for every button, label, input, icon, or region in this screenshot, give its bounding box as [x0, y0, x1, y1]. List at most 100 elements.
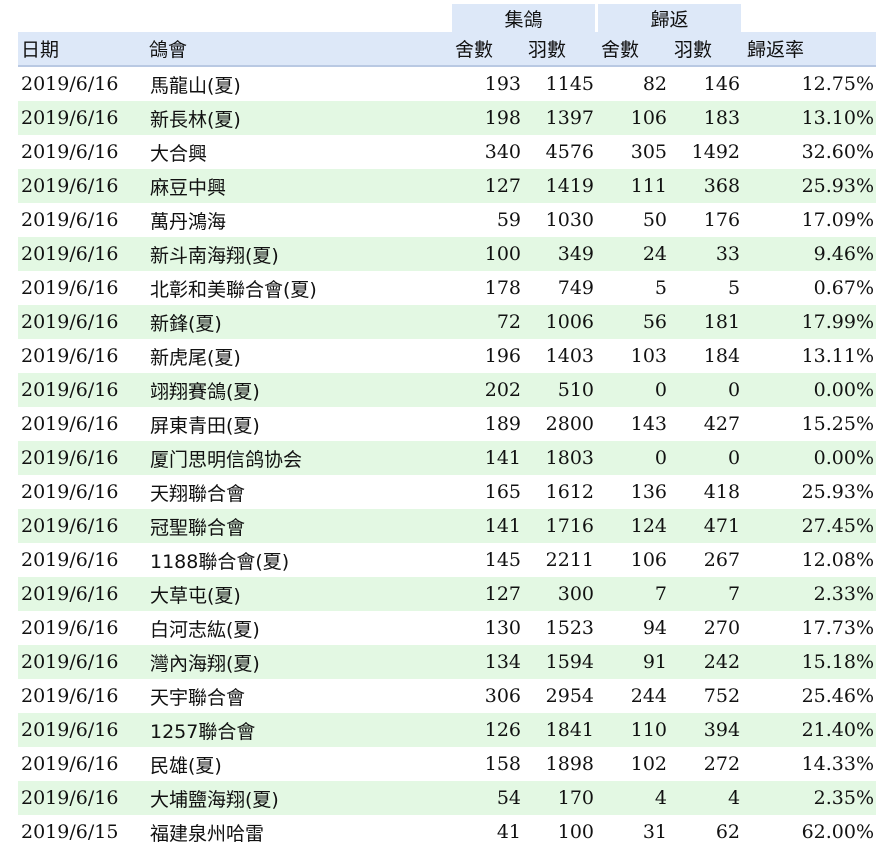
cell-date: 2019/6/16	[18, 577, 146, 611]
cell-return-lofts: 111	[598, 169, 672, 203]
cell-club: 萬丹鴻海	[146, 203, 452, 237]
table-row[interactable]: 2019/6/16 北彰和美聯合會(夏) 178 749 5 5 0.67%	[18, 271, 876, 305]
table-row[interactable]: 2019/6/16 天翔聯合會 165 1612 136 418 25.93%	[18, 475, 876, 509]
table-row[interactable]: 2019/6/16 冠聖聯合會 141 1716 124 471 27.45%	[18, 509, 876, 543]
table-row[interactable]: 2019/6/16 大埔鹽海翔(夏) 54 170 4 4 2.35%	[18, 781, 876, 815]
cell-return-birds: 184	[671, 339, 745, 373]
cell-return-rate: 9.46%	[744, 237, 876, 271]
cell-return-birds: 183	[671, 101, 745, 135]
cell-return-lofts: 0	[598, 373, 672, 407]
column-header-release-birds[interactable]: 羽數	[525, 32, 599, 67]
table-row[interactable]: 2019/6/16 翊翔賽鴿(夏) 202 510 0 0 0.00%	[18, 373, 876, 407]
table-row[interactable]: 2019/6/16 萬丹鴻海 59 1030 50 176 17.09%	[18, 203, 876, 237]
cell-release-lofts: 178	[452, 271, 525, 305]
cell-return-rate: 14.33%	[744, 747, 876, 781]
cell-return-lofts: 305	[598, 135, 672, 169]
cell-release-birds: 2800	[525, 407, 599, 441]
table-row[interactable]: 2019/6/16 民雄(夏) 158 1898 102 272 14.33%	[18, 747, 876, 781]
cell-return-lofts: 7	[598, 577, 672, 611]
cell-date: 2019/6/16	[18, 135, 146, 169]
cell-club: 新斗南海翔(夏)	[146, 237, 452, 271]
cell-release-birds: 2211	[525, 543, 599, 577]
cell-return-rate: 21.40%	[744, 713, 876, 747]
column-header-return-rate[interactable]: 歸返率	[744, 32, 876, 67]
cell-date: 2019/6/15	[18, 815, 146, 849]
table-row[interactable]: 2019/6/16 1188聯合會(夏) 145 2211 106 267 12.08%	[18, 543, 876, 577]
column-header-return-birds[interactable]: 羽數	[671, 32, 745, 67]
group-header-blank-rate	[744, 4, 876, 32]
column-header-return-lofts[interactable]: 舍數	[598, 32, 672, 67]
table-row[interactable]: 2019/6/16 灣內海翔(夏) 134 1594 91 242 15.18%	[18, 645, 876, 679]
cell-return-rate: 0.00%	[744, 441, 876, 475]
cell-return-rate: 2.35%	[744, 781, 876, 815]
cell-return-birds: 62	[671, 815, 745, 849]
table-row[interactable]: 2019/6/16 大草屯(夏) 127 300 7 7 2.33%	[18, 577, 876, 611]
cell-club: 灣內海翔(夏)	[146, 645, 452, 679]
cell-return-birds: 33	[671, 237, 745, 271]
cell-date: 2019/6/16	[18, 747, 146, 781]
table-row[interactable]: 2019/6/16 屏東青田(夏) 189 2800 143 427 15.25%	[18, 407, 876, 441]
table-row[interactable]: 2019/6/16 白河志紘(夏) 130 1523 94 270 17.73%	[18, 611, 876, 645]
cell-release-lofts: 145	[452, 543, 525, 577]
table-row[interactable]: 2019/6/16 新長林(夏) 198 1397 106 183 13.10%	[18, 101, 876, 135]
column-header-release-lofts[interactable]: 舍數	[452, 32, 525, 67]
cell-return-lofts: 56	[598, 305, 672, 339]
table-row[interactable]: 2019/6/16 1257聯合會 126 1841 110 394 21.40%	[18, 713, 876, 747]
cell-club: 翊翔賽鴿(夏)	[146, 373, 452, 407]
cell-return-birds: 267	[671, 543, 745, 577]
cell-club: 大草屯(夏)	[146, 577, 452, 611]
cell-date: 2019/6/16	[18, 305, 146, 339]
cell-release-birds: 1030	[525, 203, 599, 237]
cell-release-birds: 100	[525, 815, 599, 849]
cell-return-birds: 752	[671, 679, 745, 713]
cell-date: 2019/6/16	[18, 781, 146, 815]
cell-return-birds: 1492	[671, 135, 745, 169]
cell-release-birds: 1594	[525, 645, 599, 679]
cell-return-rate: 0.67%	[744, 271, 876, 305]
cell-date: 2019/6/16	[18, 373, 146, 407]
cell-date: 2019/6/16	[18, 509, 146, 543]
cell-return-rate: 13.11%	[744, 339, 876, 373]
column-group-header-row: 集鴿 歸返	[18, 4, 876, 32]
cell-club: 福建泉州哈雷	[146, 815, 452, 849]
column-header-date[interactable]: 日期	[18, 32, 146, 67]
cell-release-birds: 4576	[525, 135, 599, 169]
cell-release-lofts: 141	[452, 441, 525, 475]
table-row[interactable]: 2019/6/15 福建泉州哈雷 41 100 31 62 62.00%	[18, 815, 876, 849]
cell-release-lofts: 41	[452, 815, 525, 849]
cell-return-lofts: 5	[598, 271, 672, 305]
table-row[interactable]: 2019/6/16 新鋒(夏) 72 1006 56 181 17.99%	[18, 305, 876, 339]
cell-return-lofts: 106	[598, 101, 672, 135]
table-row[interactable]: 2019/6/16 新虎尾(夏) 196 1403 103 184 13.11%	[18, 339, 876, 373]
race-results-table: 集鴿 歸返 日期 鴿會 舍數 羽數 舍數 羽數 歸返率 2019/6/16 馬龍山…	[18, 4, 876, 849]
cell-return-birds: 427	[671, 407, 745, 441]
cell-return-rate: 17.09%	[744, 203, 876, 237]
table-row[interactable]: 2019/6/16 天宇聯合會 306 2954 244 752 25.46%	[18, 679, 876, 713]
table-row[interactable]: 2019/6/16 麻豆中興 127 1419 111 368 25.93%	[18, 169, 876, 203]
cell-release-lofts: 196	[452, 339, 525, 373]
cell-date: 2019/6/16	[18, 237, 146, 271]
cell-date: 2019/6/16	[18, 713, 146, 747]
cell-release-lofts: 126	[452, 713, 525, 747]
cell-return-lofts: 110	[598, 713, 672, 747]
cell-return-birds: 0	[671, 441, 745, 475]
cell-return-rate: 15.18%	[744, 645, 876, 679]
cell-return-lofts: 124	[598, 509, 672, 543]
cell-date: 2019/6/16	[18, 441, 146, 475]
cell-release-lofts: 134	[452, 645, 525, 679]
cell-return-lofts: 82	[598, 67, 672, 101]
cell-return-rate: 12.08%	[744, 543, 876, 577]
cell-release-birds: 1612	[525, 475, 599, 509]
cell-release-birds: 749	[525, 271, 599, 305]
column-header-club[interactable]: 鴿會	[146, 32, 452, 67]
table-row[interactable]: 2019/6/16 馬龍山(夏) 193 1145 82 146 12.75%	[18, 67, 876, 101]
cell-release-lofts: 202	[452, 373, 525, 407]
table-row[interactable]: 2019/6/16 大合興 340 4576 305 1492 32.60%	[18, 135, 876, 169]
results-table-body: 2019/6/16 馬龍山(夏) 193 1145 82 146 12.75% 2019/6/…	[18, 67, 876, 849]
cell-date: 2019/6/16	[18, 339, 146, 373]
table-row[interactable]: 2019/6/16 新斗南海翔(夏) 100 349 24 33 9.46%	[18, 237, 876, 271]
table-row[interactable]: 2019/6/16 厦门思明信鸽协会 141 1803 0 0 0.00%	[18, 441, 876, 475]
cell-return-rate: 13.10%	[744, 101, 876, 135]
cell-release-birds: 170	[525, 781, 599, 815]
cell-release-birds: 349	[525, 237, 599, 271]
